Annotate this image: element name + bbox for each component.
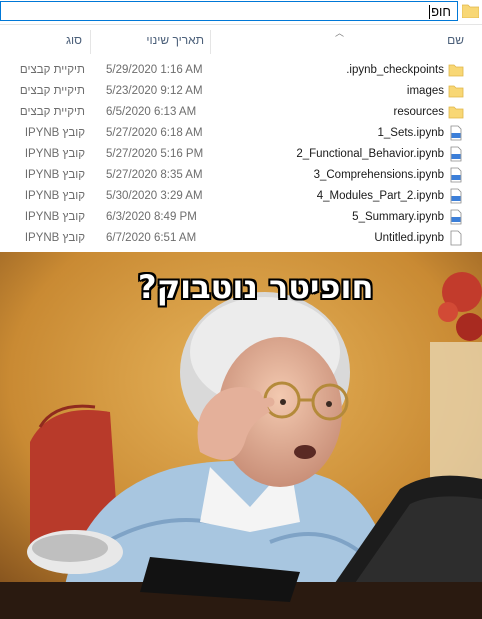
file-type: קובץ IPYNB bbox=[24, 190, 85, 202]
list-item[interactable]: images 5/23/2020 9:12 AM תיקיית קבצים bbox=[0, 81, 482, 102]
file-type: קובץ IPYNB bbox=[24, 232, 85, 244]
file-type: קובץ IPYNB bbox=[24, 127, 85, 139]
column-divider[interactable] bbox=[90, 30, 91, 54]
file-type: תיקיית קבצים bbox=[19, 106, 85, 118]
notebook-file-icon bbox=[450, 209, 462, 225]
file-name: resources bbox=[393, 106, 445, 118]
grandma-at-laptop-illustration bbox=[0, 252, 482, 619]
file-name: 1_Sets.ipynb bbox=[377, 127, 445, 139]
file-type: קובץ IPYNB bbox=[24, 211, 85, 223]
list-item[interactable]: 1_Sets.ipynb 5/27/2020 6:18 AM קובץ IPYN… bbox=[0, 123, 482, 144]
blank-file-icon bbox=[450, 230, 462, 246]
file-list: .ipynb_checkpoints 5/29/2020 1:16 AM תיק… bbox=[0, 60, 482, 249]
list-item[interactable]: 3_Comprehensions.ipynb 5/27/2020 8:35 AM… bbox=[0, 165, 482, 186]
address-bar: חופ bbox=[0, 0, 482, 25]
file-name: 3_Comprehensions.ipynb bbox=[313, 169, 444, 181]
file-name: images bbox=[406, 85, 444, 97]
list-item[interactable]: resources 6/5/2020 6:13 AM תיקיית קבצים bbox=[0, 102, 482, 123]
file-date: 5/27/2020 8:35 AM bbox=[106, 169, 203, 181]
file-date: 5/23/2020 9:12 AM bbox=[106, 85, 203, 97]
column-divider[interactable] bbox=[210, 30, 211, 54]
column-header-name[interactable]: שם bbox=[447, 33, 464, 47]
file-date: 6/7/2020 6:51 AM bbox=[106, 232, 197, 244]
address-text: חופ bbox=[429, 4, 451, 19]
column-header-type[interactable]: סוג bbox=[66, 33, 82, 47]
file-date: 5/30/2020 3:29 AM bbox=[106, 190, 203, 202]
address-input[interactable]: חופ bbox=[0, 1, 458, 21]
file-type: קובץ IPYNB bbox=[24, 148, 85, 160]
file-name: Untitled.ipynb bbox=[374, 232, 444, 244]
folder-icon bbox=[448, 85, 464, 98]
file-type: קובץ IPYNB bbox=[24, 169, 85, 181]
column-headers: שם תאריך שינוי סוג bbox=[0, 28, 482, 54]
folder-icon bbox=[462, 4, 479, 18]
file-name: 2_Functional_Behavior.ipynb bbox=[296, 148, 444, 160]
notebook-file-icon bbox=[450, 188, 462, 204]
file-type: תיקיית קבצים bbox=[19, 85, 85, 97]
list-item[interactable]: 2_Functional_Behavior.ipynb 5/27/2020 5:… bbox=[0, 144, 482, 165]
notebook-file-icon bbox=[450, 125, 462, 141]
file-name: 5_Summary.ipynb bbox=[352, 211, 444, 223]
folder-icon bbox=[448, 106, 464, 119]
file-explorer: חופ שם תאריך שינוי סוג ︿ .ipynb_checkpoi… bbox=[0, 0, 482, 252]
folder-icon bbox=[448, 64, 464, 77]
notebook-file-icon bbox=[450, 146, 462, 162]
file-name: 4_Modules_Part_2.ipynb bbox=[316, 190, 444, 202]
file-date: 5/27/2020 6:18 AM bbox=[106, 127, 203, 139]
file-date: 5/27/2020 5:16 PM bbox=[106, 148, 204, 160]
column-header-date[interactable]: תאריך שינוי bbox=[146, 33, 204, 47]
notebook-file-icon bbox=[450, 167, 462, 183]
meme-image: חופיטר נוטבוק? bbox=[0, 252, 482, 619]
file-date: 6/5/2020 6:13 AM bbox=[106, 106, 197, 118]
meme-caption: חופיטר נוטבוק? bbox=[138, 268, 374, 306]
file-type: תיקיית קבצים bbox=[19, 64, 85, 76]
sort-chevron-up-icon: ︿ bbox=[335, 28, 345, 38]
file-date: 6/3/2020 8:49 PM bbox=[106, 211, 197, 223]
file-name: .ipynb_checkpoints bbox=[346, 64, 444, 76]
list-item[interactable]: 4_Modules_Part_2.ipynb 5/30/2020 3:29 AM… bbox=[0, 186, 482, 207]
list-item[interactable]: .ipynb_checkpoints 5/29/2020 1:16 AM תיק… bbox=[0, 60, 482, 81]
list-item[interactable]: 5_Summary.ipynb 6/3/2020 8:49 PM קובץ IP… bbox=[0, 207, 482, 228]
list-item[interactable]: Untitled.ipynb 6/7/2020 6:51 AM קובץ IPY… bbox=[0, 228, 482, 249]
file-date: 5/29/2020 1:16 AM bbox=[106, 64, 203, 76]
